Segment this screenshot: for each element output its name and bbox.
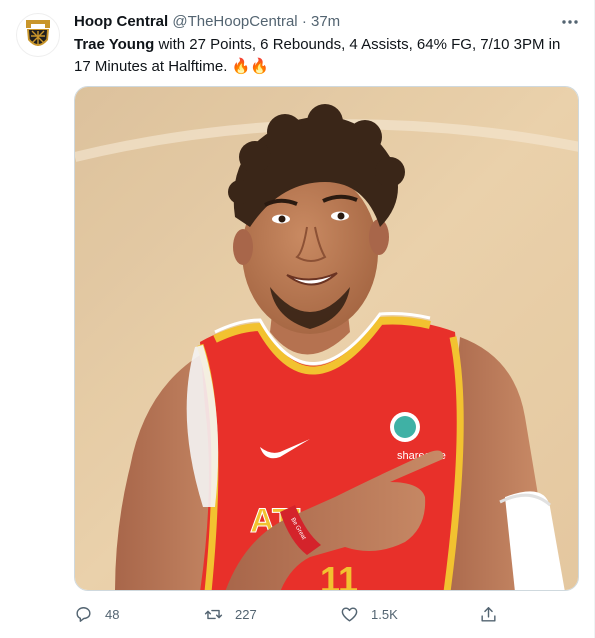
more-horizontal-icon <box>562 20 578 24</box>
author-avatar[interactable] <box>16 13 60 57</box>
reply-button[interactable]: 48 <box>74 602 119 626</box>
reply-icon <box>76 606 91 622</box>
share-icon <box>481 606 496 622</box>
tweet-header: Hoop Central @TheHoopCentral · 37m <box>74 12 340 32</box>
tweet-timestamp[interactable]: 37m <box>311 13 340 30</box>
jersey-number: 11 <box>320 559 358 591</box>
tweet-actions: 48 227 1.5K <box>74 602 514 626</box>
player-photo: sharecare ATLANTA 11 Be Great <box>75 87 578 591</box>
heart-icon <box>341 606 358 622</box>
tweet-text: Trae Young with 27 Points, 6 Rebounds, 4… <box>74 34 579 78</box>
tweet-media-photo[interactable]: sharecare ATLANTA 11 Be Great <box>74 86 579 591</box>
tweet-card[interactable]: Hoop Central @TheHoopCentral · 37m Trae … <box>0 0 595 638</box>
retweet-count: 227 <box>235 606 257 622</box>
like-count: 1.5K <box>371 606 398 622</box>
retweet-button[interactable]: 227 <box>204 602 257 626</box>
fire-emoji: 🔥🔥 <box>231 58 269 75</box>
hoop-central-logo-icon <box>26 20 50 46</box>
more-options-button[interactable] <box>556 10 584 34</box>
author-name[interactable]: Hoop Central <box>74 13 168 30</box>
reply-count: 48 <box>105 606 120 622</box>
retweet-icon <box>204 609 223 619</box>
tweet-text-subject: Trae Young <box>74 36 155 53</box>
share-button[interactable] <box>479 602 498 626</box>
author-handle[interactable]: @TheHoopCentral <box>172 13 297 30</box>
header-separator: · <box>301 13 307 30</box>
like-button[interactable]: 1.5K <box>340 602 398 626</box>
